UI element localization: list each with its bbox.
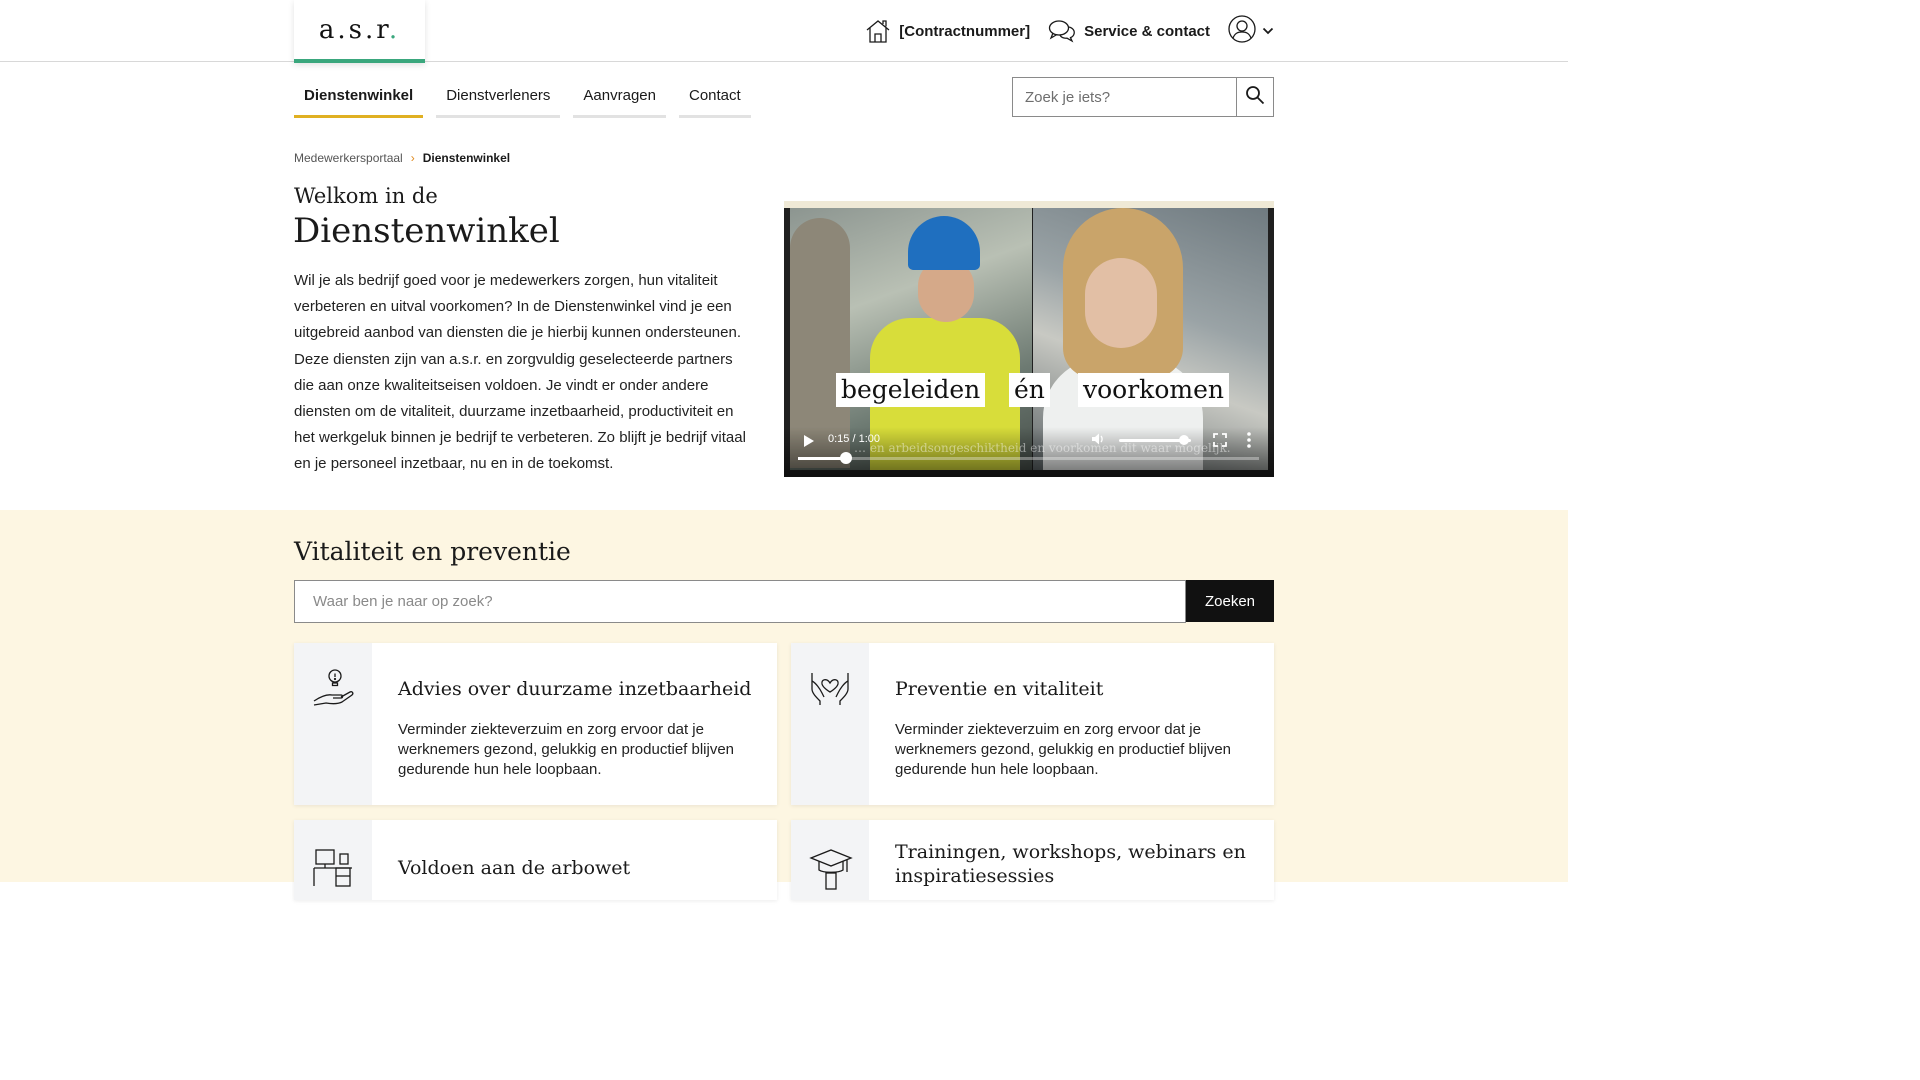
video-top-strip: [784, 201, 1274, 208]
hands-heart-icon: [808, 667, 852, 711]
breadcrumb: Medewerkersportaal › Dienstenwinkel: [294, 151, 510, 165]
service-contact-label: Service & contact: [1084, 22, 1210, 40]
video-caption-word: voorkomen: [1078, 373, 1229, 407]
volume-icon[interactable]: [1091, 432, 1105, 446]
play-icon[interactable]: [804, 435, 814, 447]
contract-label: [Contractnummer]: [899, 22, 1031, 40]
hard-hat-icon: [908, 216, 980, 270]
vitaliteit-section: Vitaliteit en preventie Zoeken Advies ov…: [0, 510, 1568, 900]
video-progress-bar[interactable]: [798, 452, 1259, 464]
graduation-cap-icon: [809, 846, 853, 890]
service-search: [294, 580, 1186, 623]
card-title: Trainingen, workshops, webinars en inspi…: [895, 841, 1246, 887]
hand-lightbulb-icon: [312, 667, 356, 711]
video-time: 0:15 / 1:00: [828, 433, 880, 445]
section-title: Vitaliteit en preventie: [294, 537, 571, 566]
card-text: Verminder ziekteverzuim en zorg ervoor d…: [398, 721, 735, 778]
chevron-down-icon: [1262, 22, 1274, 40]
service-card-preventie[interactable]: Preventie en vitaliteit Verminder ziekte…: [791, 643, 1274, 805]
fullscreen-icon[interactable]: [1213, 433, 1227, 447]
video-caption-word: begeleiden: [836, 373, 986, 407]
page-title: Dienstenwinkel: [293, 211, 560, 251]
logo-dot: .: [388, 14, 401, 45]
main-nav: Dienstenwinkel Dienstverleners Aanvragen…: [294, 78, 751, 118]
chat-bubbles-icon: [1048, 19, 1076, 43]
nav-item-dienstenwinkel[interactable]: Dienstenwinkel: [294, 78, 424, 118]
video-progress-fill: [798, 457, 847, 460]
service-contact-link[interactable]: Service & contact: [1048, 19, 1210, 43]
service-card-trainingen[interactable]: Trainingen, workshops, webinars en inspi…: [791, 820, 1274, 900]
account-menu[interactable]: [1228, 14, 1274, 48]
contract-link[interactable]: [Contractnummer]: [865, 18, 1030, 44]
service-card-advies[interactable]: Advies over duurzame inzetbaarheid Vermi…: [294, 643, 777, 805]
site-search: [1012, 77, 1274, 117]
card-text: Verminder ziekteverzuim en zorg ervoor d…: [895, 721, 1232, 778]
nav-item-contact[interactable]: Contact: [678, 78, 751, 118]
service-card-arbowet[interactable]: Voldoen aan de arbowet: [294, 820, 777, 900]
video-subtitle: … en arbeidsongeschiktheid en voorkomen …: [854, 441, 1231, 455]
desk-icon: [312, 846, 356, 890]
site-search-input[interactable]: [1013, 78, 1236, 116]
breadcrumb-link-medewerkersportaal[interactable]: Medewerkersportaal: [294, 151, 403, 165]
hero-intro-text: Wil je als bedrijf goed voor je medewerk…: [294, 272, 746, 473]
nav-item-aanvragen[interactable]: Aanvragen: [573, 78, 666, 118]
site-search-button[interactable]: [1236, 78, 1273, 116]
card-title: Advies over duurzame inzetbaarheid: [398, 678, 752, 700]
breadcrumb-separator-icon: ›: [410, 151, 415, 165]
house-icon: [865, 18, 891, 44]
top-links: [Contractnummer] Service & contact: [865, 14, 1274, 48]
video-caption-word: én: [1009, 373, 1050, 407]
avatar-icon: [1228, 14, 1256, 48]
asr-logo[interactable]: a.s.r.: [294, 0, 425, 63]
breadcrumb-current: Dienstenwinkel: [422, 151, 511, 165]
logo-letters: a.s.r: [318, 14, 389, 45]
card-title: Voldoen aan de arbowet: [398, 857, 631, 879]
nav-item-dienstverleners[interactable]: Dienstverleners: [436, 78, 561, 118]
top-bar: a.s.r. [Contractnummer] Service & contac…: [0, 0, 1568, 63]
more-options-icon[interactable]: [1247, 432, 1251, 448]
search-button[interactable]: Zoeken: [1186, 580, 1274, 622]
hero-subtitle: Welkom in de: [294, 184, 438, 208]
video-player[interactable]: begeleiden én voorkomen … en arbeidsonge…: [784, 201, 1274, 477]
service-search-input[interactable]: [295, 581, 1185, 622]
search-icon: [1245, 85, 1265, 110]
volume-handle[interactable]: [1178, 435, 1189, 445]
card-title: Preventie en vitaliteit: [895, 678, 1104, 700]
video-figure-doctor-face: [1085, 258, 1157, 348]
